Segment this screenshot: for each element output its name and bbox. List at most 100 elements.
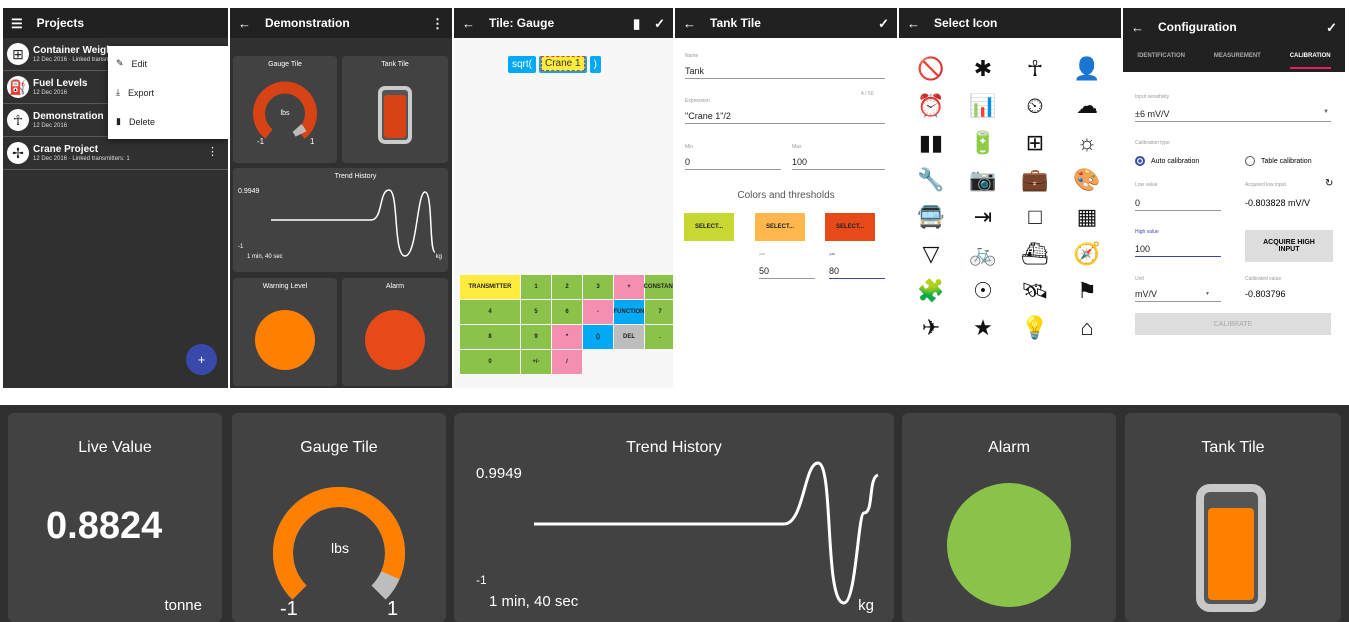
refresh-icon[interactable]: ↻	[1325, 178, 1333, 189]
keypad-key[interactable]: +	[614, 275, 644, 299]
block-icon[interactable]: 🚫	[905, 50, 957, 87]
live-value-tile[interactable]: Live Value 0.8824 tonne	[8, 413, 222, 622]
table-calibration-radio[interactable]: Table calibration	[1245, 156, 1312, 166]
menu-edit[interactable]: ✎ Edit	[108, 49, 228, 78]
project-item[interactable]: ✢ Crane Project 12 Dec 2016 · Linked tra…	[3, 137, 228, 170]
menu-delete[interactable]: ▮ Delete	[108, 107, 228, 136]
keypad-key[interactable]: 9	[521, 325, 551, 349]
keypad-key[interactable]: .	[645, 325, 673, 349]
keypad-key[interactable]: 8	[460, 325, 520, 349]
keypad-key[interactable]: 0	[460, 350, 520, 374]
alarm-tile[interactable]: Alarm	[342, 278, 448, 386]
acquire-high-button[interactable]: ACQUIRE HIGH INPUT	[1245, 230, 1333, 262]
check-icon[interactable]: ✓	[1326, 21, 1337, 34]
more-vert-icon[interactable]: ⋮	[431, 17, 444, 30]
trend-tile[interactable]: Trend History 0.9949 -1 1 min, 40 sec kg	[233, 168, 448, 272]
trash-icon[interactable]: ▮	[633, 17, 640, 30]
dashboard-icon[interactable]: ▦	[1061, 198, 1113, 235]
high-value-field[interactable]: 100	[1135, 244, 1221, 257]
satellite-icon[interactable]: 🛰	[1009, 272, 1061, 309]
alarm-tile[interactable]: Alarm	[902, 413, 1116, 622]
hamburger-menu-icon[interactable]: ☰	[11, 17, 23, 30]
color-select-1[interactable]: SELECT...	[684, 213, 734, 241]
name-field[interactable]: Tank	[685, 66, 885, 79]
bar-chart-icon[interactable]: ▮▮	[905, 124, 957, 161]
keypad-key[interactable]: FUNCTION	[614, 300, 645, 324]
wrench-icon[interactable]: 🔧	[905, 161, 957, 198]
keypad-key[interactable]: 7	[645, 300, 673, 324]
expression-field[interactable]: "Crane 1"/2	[685, 111, 885, 124]
fingerprint-icon[interactable]: ☉	[957, 272, 1009, 309]
back-arrow-icon[interactable]: ←	[683, 17, 696, 30]
transit-icon[interactable]: 🚍	[905, 198, 957, 235]
palette-icon[interactable]: 🎨	[1061, 161, 1113, 198]
back-arrow-icon[interactable]: ←	[907, 17, 920, 30]
alarm-clock-icon[interactable]: ⏰	[905, 87, 957, 124]
filter-icon[interactable]: ▽	[905, 235, 957, 272]
keypad-key[interactable]: +/-	[521, 350, 551, 374]
keypad-key[interactable]: /	[552, 350, 582, 374]
tab-measurement[interactable]: MEASUREMENT	[1214, 53, 1261, 59]
transmitter-chip[interactable]: Crane 1	[541, 56, 585, 71]
check-icon[interactable]: ✓	[654, 17, 665, 30]
max-field[interactable]: 100	[792, 157, 885, 170]
poll-box-icon[interactable]: 📊	[957, 87, 1009, 124]
calibrate-button[interactable]: CALIBRATE	[1135, 313, 1331, 335]
gauge-tile[interactable]: Gauge Tile lbs -1 1	[232, 413, 446, 622]
contact-box-icon[interactable]: 👤	[1061, 50, 1113, 87]
keypad-key[interactable]: *	[552, 325, 582, 349]
compass-icon[interactable]: 🧭	[1061, 235, 1113, 272]
trend-history-tile[interactable]: Trend History 0.9949 -1 1 min, 40 sec kg	[454, 413, 894, 622]
tab-calibration[interactable]: CALIBRATION	[1289, 53, 1331, 69]
airplane-icon[interactable]: ✈	[905, 309, 957, 346]
color-select-2[interactable]: SELECT...	[755, 213, 805, 241]
toolbox-icon[interactable]: 💼	[1009, 161, 1061, 198]
menu-export[interactable]: ⤓ Export	[108, 78, 228, 107]
bicycle-icon[interactable]: 🚲	[957, 235, 1009, 272]
lightbulb-icon[interactable]: 💡	[1009, 309, 1061, 346]
star-icon[interactable]: ★	[957, 309, 1009, 346]
keypad-key[interactable]: DEL	[614, 325, 644, 349]
tab-identification[interactable]: IDENTIFICATION	[1137, 53, 1185, 59]
more-vert-icon[interactable]: ⋮	[207, 145, 218, 158]
expression-display[interactable]: sqrt( Crane 1 )	[508, 56, 601, 73]
keypad-key[interactable]: 5	[521, 300, 551, 324]
camera-icon[interactable]: 📷	[957, 161, 1009, 198]
back-arrow-icon[interactable]: ←	[1131, 21, 1144, 34]
keypad-key[interactable]: 6	[552, 300, 582, 324]
keypad-key[interactable]: CONSTANT	[644, 275, 673, 299]
close-paren-chip[interactable]: )	[589, 56, 601, 73]
keypad-key[interactable]: ()	[583, 325, 613, 349]
keypad-key[interactable]: -	[583, 300, 613, 324]
back-arrow-icon[interactable]: ←	[238, 17, 251, 30]
keypad-key[interactable]: TRANSMITTER	[460, 275, 520, 299]
battery-icon[interactable]: 🔋	[957, 124, 1009, 161]
gauge-tile[interactable]: Gauge Tile lbs -1 1	[233, 56, 337, 163]
check-icon[interactable]: ✓	[878, 17, 889, 30]
puzzle-icon[interactable]: 🧩	[905, 272, 957, 309]
compress-icon[interactable]: ⇥	[957, 198, 1009, 235]
threshold-2-field[interactable]: 80	[829, 266, 885, 279]
min-field[interactable]: 0	[685, 157, 781, 170]
color-select-3[interactable]: SELECT...	[825, 213, 875, 241]
keypad-key[interactable]: 1	[521, 275, 551, 299]
keypad-key[interactable]: 3	[583, 275, 613, 299]
square-icon[interactable]: □	[1009, 198, 1061, 235]
flag-icon[interactable]: ⚑	[1061, 272, 1113, 309]
auto-calibration-radio[interactable]: Auto calibration	[1135, 156, 1199, 166]
argument-chip[interactable]: Crane 1	[539, 56, 587, 73]
sensitivity-select[interactable]: ±6 mV/V	[1135, 109, 1331, 122]
tank-tile[interactable]: Tank Tile	[342, 56, 448, 163]
add-project-button[interactable]: +	[186, 344, 217, 375]
threshold-1-field[interactable]: 50	[759, 266, 815, 279]
grid-box-icon[interactable]: ⊞	[1009, 124, 1061, 161]
brightness-icon[interactable]: ☼	[1061, 124, 1113, 161]
keypad-key[interactable]: 2	[552, 275, 582, 299]
keypad-key[interactable]: 4	[460, 300, 520, 324]
warning-level-tile[interactable]: Warning Level	[233, 278, 337, 386]
accessibility-icon[interactable]: ☥	[1009, 50, 1061, 87]
back-arrow-icon[interactable]: ←	[462, 17, 475, 30]
cloud-upload-icon[interactable]: ☁	[1061, 87, 1113, 124]
snowflake-icon[interactable]: ✱	[957, 50, 1009, 87]
timer-icon[interactable]: ⏲	[1009, 87, 1061, 124]
